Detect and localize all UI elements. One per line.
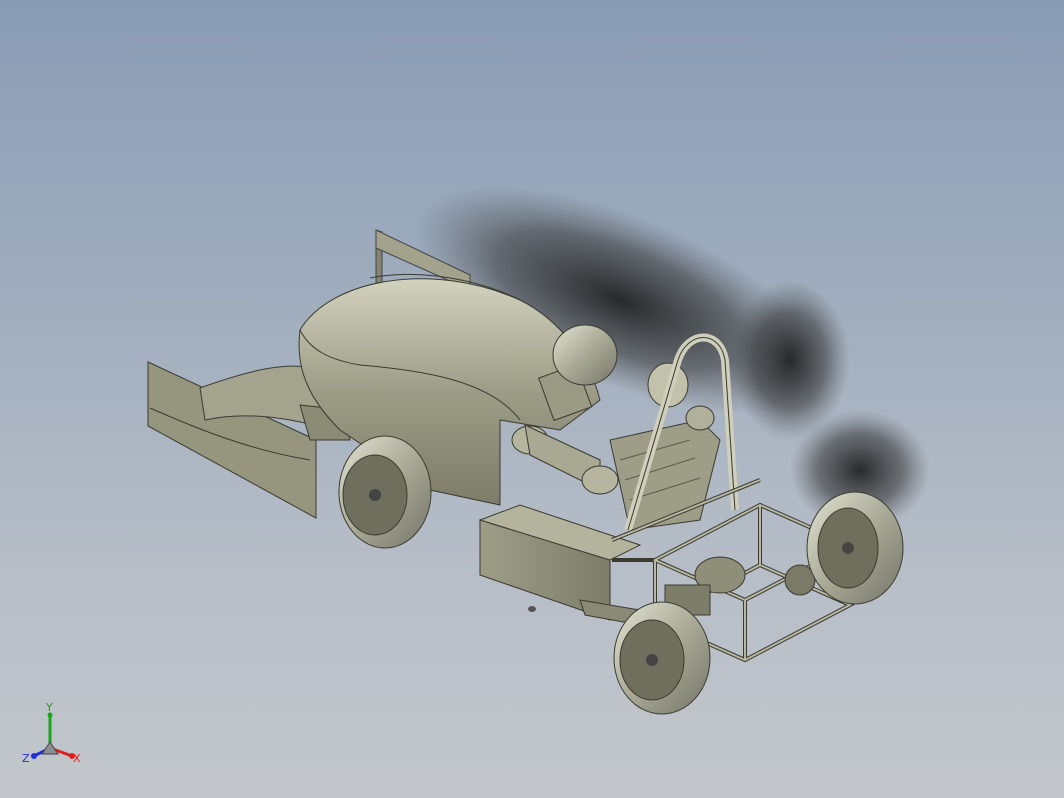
wheel-front-right <box>613 601 711 715</box>
triad-x-label: X <box>73 752 81 765</box>
engine <box>664 556 816 616</box>
triad-y-label: Y <box>45 701 53 714</box>
car-3d-model[interactable] <box>0 0 1064 798</box>
reference-triad: Y X Z <box>22 701 81 765</box>
wheel-front-left <box>338 435 432 549</box>
triad-z-label: Z <box>22 752 30 765</box>
loose-part <box>528 606 536 612</box>
graphics-viewport[interactable]: Y X Z <box>0 0 1064 798</box>
wheel-rear-left-top <box>552 324 618 386</box>
wheel-rear-right <box>806 491 904 605</box>
